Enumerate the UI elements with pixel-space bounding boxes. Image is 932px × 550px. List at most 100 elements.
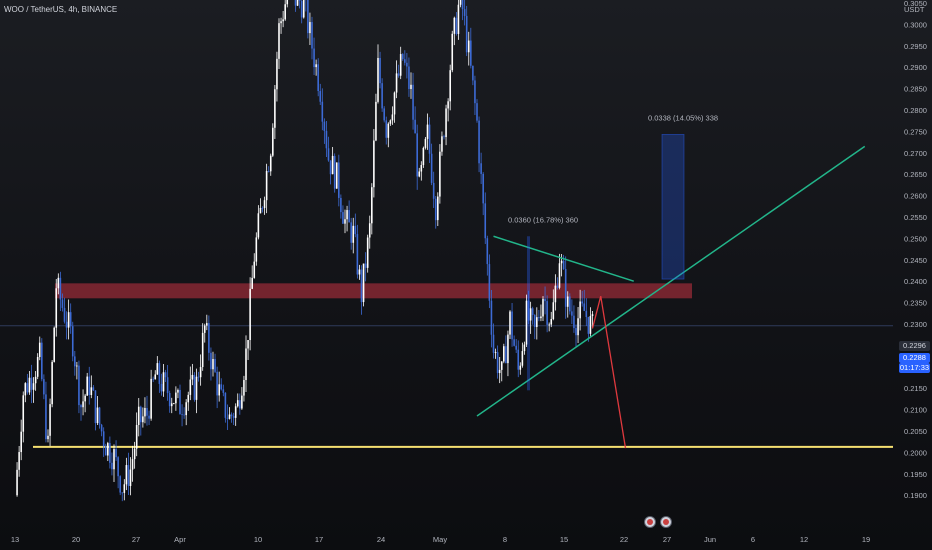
- candle: [465, 15, 468, 53]
- candle: [59, 277, 62, 300]
- price-tick: 0.2050: [904, 427, 927, 436]
- candle: [531, 308, 534, 315]
- candle: [424, 138, 427, 148]
- candle: [38, 342, 41, 358]
- candle: [282, 19, 284, 22]
- candle: [368, 223, 371, 238]
- candle: [272, 127, 274, 156]
- candle: [208, 323, 210, 353]
- candle: [156, 363, 159, 375]
- economic-event-icon[interactable]: [660, 516, 672, 528]
- candle: [583, 303, 586, 311]
- candle: [327, 148, 330, 161]
- candle: [113, 449, 115, 470]
- candle: [340, 197, 342, 213]
- candle: [538, 317, 540, 319]
- resistance-zone[interactable]: [55, 283, 692, 299]
- time-tick: 6: [751, 535, 755, 544]
- candle: [232, 416, 235, 418]
- candle: [142, 416, 144, 423]
- price-tick: 0.2750: [904, 127, 927, 136]
- candle: [500, 361, 503, 370]
- candle: [317, 64, 319, 92]
- price-tick: 0.2650: [904, 170, 927, 179]
- candle: [486, 238, 489, 265]
- economic-event-icon[interactable]: [644, 516, 656, 528]
- trendline-descending[interactable]: [493, 235, 634, 282]
- candle: [274, 89, 276, 128]
- candle: [441, 136, 443, 152]
- candle: [414, 119, 416, 134]
- candle: [430, 153, 433, 183]
- time-tick: 20: [72, 535, 80, 544]
- candle: [517, 349, 520, 370]
- candle: [315, 64, 317, 68]
- candle: [218, 384, 220, 396]
- candle: [121, 492, 124, 494]
- measure-box-right[interactable]: [661, 133, 685, 280]
- candle: [408, 66, 410, 89]
- candle: [375, 101, 377, 141]
- candle: [195, 376, 198, 400]
- measure-box-left[interactable]: [527, 236, 530, 391]
- price-chart[interactable]: 0.0360 (16.78%) 3600.0338 (14.05%) 338US…: [0, 0, 932, 550]
- candle: [329, 160, 332, 175]
- candle: [470, 40, 472, 66]
- candle: [278, 23, 280, 59]
- candle: [550, 318, 553, 325]
- candle: [131, 459, 134, 470]
- candle: [498, 369, 501, 374]
- time-tick: May: [433, 535, 447, 544]
- candle: [509, 311, 511, 335]
- candle: [111, 462, 113, 470]
- candle: [300, 0, 303, 18]
- candle: [78, 365, 80, 406]
- candle: [352, 225, 355, 243]
- candle: [587, 316, 590, 334]
- candle: [360, 269, 363, 303]
- candle: [125, 465, 128, 485]
- candle: [451, 33, 454, 71]
- candle: [187, 394, 190, 403]
- time-tick: Apr: [174, 535, 186, 544]
- candle: [88, 376, 91, 396]
- candle: [298, 0, 301, 1]
- candle: [488, 264, 491, 301]
- candle: [457, 4, 460, 34]
- candle: [373, 140, 375, 188]
- time-tick: 10: [254, 535, 262, 544]
- candle: [302, 0, 305, 18]
- candle: [276, 58, 278, 90]
- candle: [476, 103, 478, 121]
- candle: [307, 0, 309, 34]
- candle: [484, 203, 487, 239]
- candle: [437, 196, 439, 221]
- candle: [490, 300, 493, 335]
- candle: [216, 371, 218, 396]
- candle: [168, 393, 171, 407]
- candle: [366, 237, 369, 268]
- candle: [546, 301, 548, 325]
- candle: [482, 173, 484, 204]
- candle: [173, 403, 175, 405]
- candle: [589, 315, 592, 334]
- projection-path[interactable]: [591, 296, 627, 449]
- candle: [164, 372, 167, 378]
- candle: [57, 277, 60, 289]
- candle: [107, 443, 109, 456]
- candle: [461, 0, 464, 10]
- candle: [377, 57, 379, 102]
- candle: [459, 0, 462, 5]
- candle: [222, 389, 225, 393]
- crosshair-price-badge: 0.2296: [899, 341, 930, 351]
- price-tick: 0.2850: [904, 85, 927, 94]
- candle: [150, 378, 152, 419]
- candle: [529, 308, 532, 321]
- candle: [189, 379, 192, 395]
- candle: [255, 237, 258, 262]
- candle: [109, 443, 111, 463]
- price-tick: 0.2700: [904, 149, 927, 158]
- price-tick: 0.2600: [904, 192, 927, 201]
- candle: [577, 318, 579, 336]
- candle: [560, 260, 563, 264]
